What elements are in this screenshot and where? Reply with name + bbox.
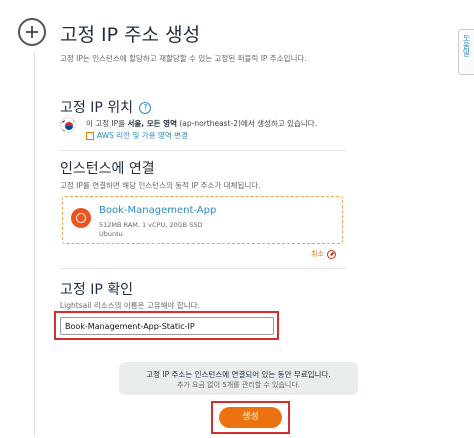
ubuntu-icon <box>71 208 91 228</box>
pricing-notice: 고정 IP 주소는 인스턴스에 연결되어 있는 동안 무료입니다. 추가 요금 … <box>119 362 358 395</box>
korea-flag-icon <box>60 117 76 133</box>
cancel-label: 취소 <box>311 250 324 258</box>
plus-circle-icon <box>18 18 46 46</box>
timeline-line <box>34 52 35 436</box>
help-tab-label: 도움말 <box>462 34 471 57</box>
confirm-description: Lightsail 리소스의 이름은 고유해야 합니다. <box>60 301 200 310</box>
location-text-suffix: (ap-northeast-2)에서 생성하고 있습니다. <box>176 119 318 128</box>
create-button-highlight: 생성 <box>211 401 290 434</box>
question-icon[interactable]: ? <box>139 102 152 114</box>
attach-section-title: 인스턴스에 연결 <box>60 161 155 177</box>
change-region-link[interactable]: AWS 리전 및 가용 영역 변경 <box>86 130 188 141</box>
section-divider <box>60 268 346 269</box>
page-title: 고정 IP 주소 생성 <box>60 24 201 46</box>
location-section-title: 고정 IP 위치 ? <box>60 97 152 117</box>
instance-spec: 512MB RAM, 1 vCPU, 20GB SSD <box>99 221 203 229</box>
instance-card[interactable]: Book-Management-App 512MB RAM, 1 vCPU, 2… <box>62 196 343 244</box>
change-region-label: AWS 리전 및 가용 영역 변경 <box>97 131 188 140</box>
attach-description: 고정 IP를 연결하면 해당 인스턴스의 동적 IP 주소가 대체됩니다. <box>60 181 261 190</box>
location-text-prefix: 이 고정 IP를 <box>86 119 128 128</box>
create-button[interactable]: 생성 <box>219 407 282 428</box>
static-ip-name-input[interactable] <box>60 317 274 335</box>
help-tab[interactable]: 도움말 <box>458 29 474 75</box>
location-title-text: 고정 IP 위치 <box>60 100 133 116</box>
instance-os: Ubuntu <box>99 230 123 238</box>
edit-icon <box>86 132 94 140</box>
notice-line1: 고정 IP 주소는 인스턴스에 연결되어 있는 동안 무료입니다. <box>146 370 331 379</box>
page-subtitle: 고정 IP는 인스턴스에 할당하고 재할당할 수 있는 고정된 퍼블릭 IP 주… <box>60 54 307 63</box>
region-name: 서울, 모든 영역 <box>127 119 177 128</box>
location-description: 이 고정 IP를 서울, 모든 영역 (ap-northeast-2)에서 생성… <box>86 118 317 129</box>
confirm-section-title: 고정 IP 확인 <box>60 282 133 298</box>
instance-name[interactable]: Book-Management-App <box>99 205 216 216</box>
name-input-highlight <box>54 311 279 340</box>
cancel-icon <box>326 249 336 259</box>
cancel-attach-button[interactable]: 취소 <box>311 249 336 259</box>
section-divider <box>60 150 346 151</box>
notice-line2: 추가 요금 없이 5개를 관리할 수 있습니다. <box>176 381 301 389</box>
